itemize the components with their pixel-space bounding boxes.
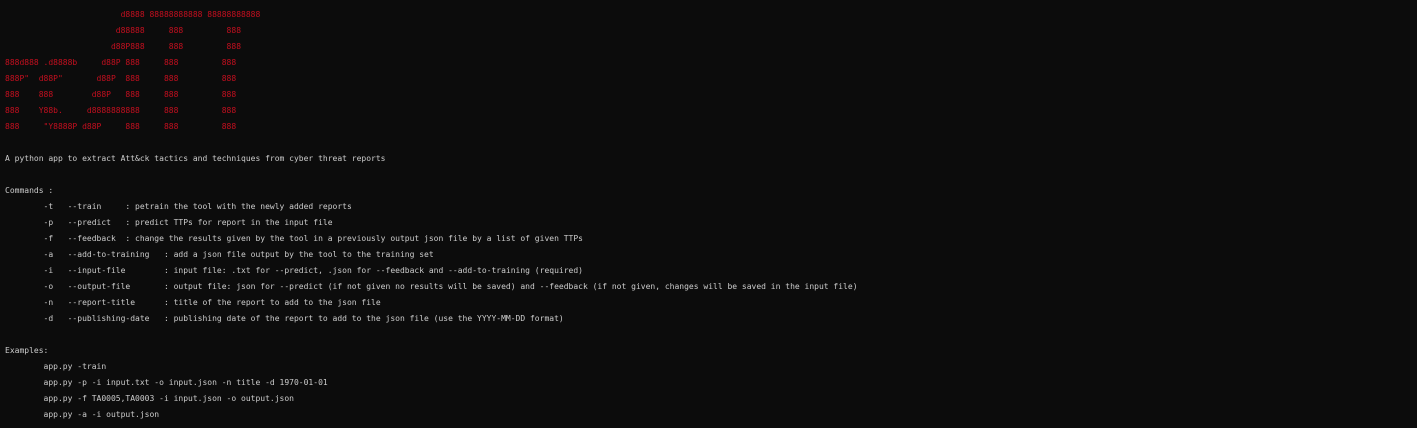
- banner-line: 888d888 .d8888b d88P 888 888 888: [5, 58, 237, 67]
- command-line: -a --add-to-training : add a json file o…: [5, 250, 434, 259]
- example-line: app.py -train: [5, 362, 107, 371]
- banner-line: 888P" d88P" d88P 888 888 888: [5, 74, 237, 83]
- example-line: app.py -f TA0005,TA0003 -i input.json -o…: [5, 394, 294, 403]
- commands-header: Commands :: [5, 186, 54, 195]
- app-description: A python app to extract Att&ck tactics a…: [5, 154, 386, 163]
- banner-line: 888 Y88b. d8888888888 888 888: [5, 106, 237, 115]
- banner-line: d8888 88888888888 88888888888: [5, 10, 261, 19]
- banner-line: 888 888 d88P 888 888 888: [5, 90, 237, 99]
- command-line: -t --train : petrain the tool with the n…: [5, 202, 352, 211]
- terminal-window[interactable]: d8888 88888888888 88888888888 d88888 888…: [0, 0, 1417, 428]
- command-line: -n --report-title : title of the report …: [5, 298, 381, 307]
- example-line: app.py -p -i input.txt -o input.json -n …: [5, 378, 328, 387]
- command-line: -d --publishing-date : publishing date o…: [5, 314, 564, 323]
- example-line: app.py -a -i output.json: [5, 410, 160, 419]
- banner-line: d88888 888 888: [5, 26, 242, 35]
- ascii-art-banner: d8888 88888888888 88888888888 d88888 888…: [5, 7, 1417, 135]
- command-line: -o --output-file : output file: json for…: [5, 282, 858, 291]
- banner-line: 888 "Y8888P d88P 888 888 888: [5, 122, 237, 131]
- command-line: -i --input-file : input file: .txt for -…: [5, 266, 583, 275]
- command-line: -f --feedback : change the results given…: [5, 234, 583, 243]
- command-line: -p --predict : predict TTPs for report i…: [5, 218, 333, 227]
- banner-line: d88P888 888 888: [5, 42, 242, 51]
- examples-header: Examples:: [5, 346, 49, 355]
